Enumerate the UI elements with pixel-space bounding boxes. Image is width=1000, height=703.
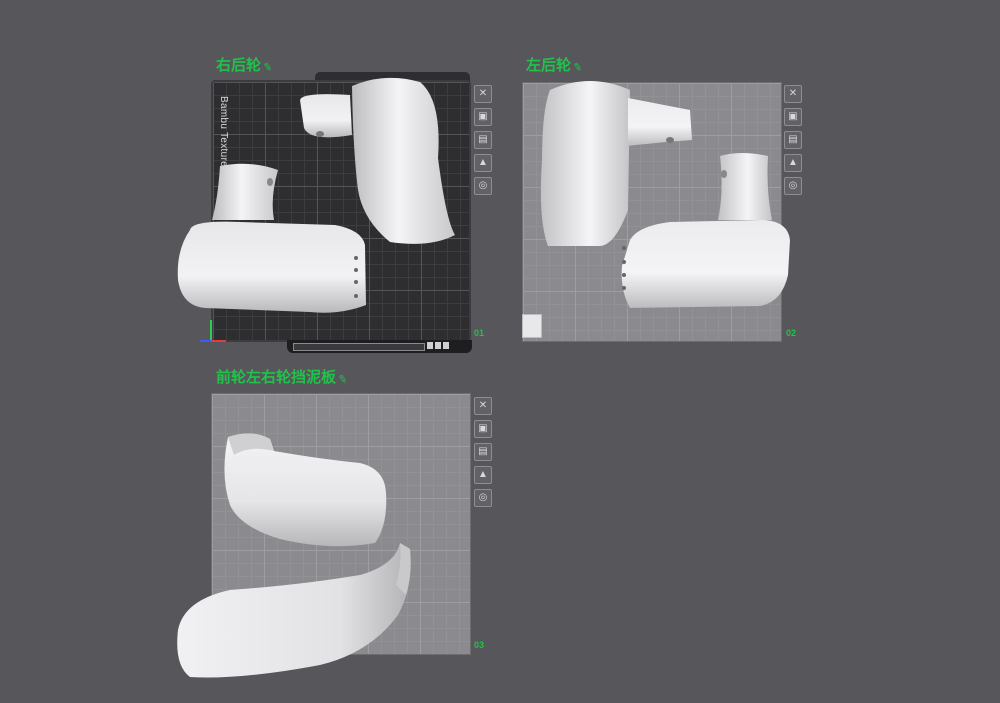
plate-origin-marker <box>522 314 542 338</box>
plate-title-text: 右后轮 <box>216 57 262 74</box>
build-plate-03[interactable] <box>211 393 471 655</box>
lock-icon[interactable]: ▲ <box>784 154 802 172</box>
orient-icon[interactable]: ▤ <box>474 131 492 149</box>
arrange-icon[interactable]: ▣ <box>784 108 802 126</box>
plate-title-01[interactable]: 右后轮 ✎ <box>216 54 273 75</box>
plate-title-03[interactable]: 前轮左右轮挡泥板 ✎ <box>216 366 348 387</box>
close-icon[interactable]: ✕ <box>474 397 492 415</box>
build-plate-02[interactable] <box>522 82 782 342</box>
orient-icon[interactable]: ▤ <box>474 443 492 461</box>
arrange-icon[interactable]: ▣ <box>474 420 492 438</box>
plate-toolbar-01: ✕ ▣ ▤ ▲ ◎ <box>474 85 492 195</box>
lock-icon[interactable]: ▲ <box>474 154 492 172</box>
pencil-icon[interactable]: ✎ <box>262 60 273 74</box>
plate-toolbar-03: ✕ ▣ ▤ ▲ ◎ <box>474 397 492 507</box>
build-plate-01[interactable] <box>211 80 471 342</box>
settings-icon[interactable]: ◎ <box>474 489 492 507</box>
plate-number-03: 03 <box>474 640 485 650</box>
pencil-icon[interactable]: ✎ <box>572 60 583 74</box>
plate-number-02: 02 <box>786 328 797 338</box>
plate-title-02[interactable]: 左后轮 ✎ <box>526 54 583 75</box>
orient-icon[interactable]: ▤ <box>784 131 802 149</box>
plate-title-text: 左后轮 <box>526 57 572 74</box>
plate-toolbar-02: ✕ ▣ ▤ ▲ ◎ <box>784 85 802 195</box>
settings-icon[interactable]: ◎ <box>474 177 492 195</box>
lock-icon[interactable]: ▲ <box>474 466 492 484</box>
close-icon[interactable]: ✕ <box>784 85 802 103</box>
plate-title-text: 前轮左右轮挡泥板 <box>216 369 337 386</box>
axis-gizmo-icon <box>200 320 226 342</box>
pencil-icon[interactable]: ✎ <box>337 372 348 386</box>
plate-texture-label: Bambu Texture <box>218 96 229 167</box>
settings-icon[interactable]: ◎ <box>784 177 802 195</box>
close-icon[interactable]: ✕ <box>474 85 492 103</box>
plate-frame-bottom <box>287 340 472 353</box>
plate-number-01: 01 <box>474 328 485 338</box>
arrange-icon[interactable]: ▣ <box>474 108 492 126</box>
